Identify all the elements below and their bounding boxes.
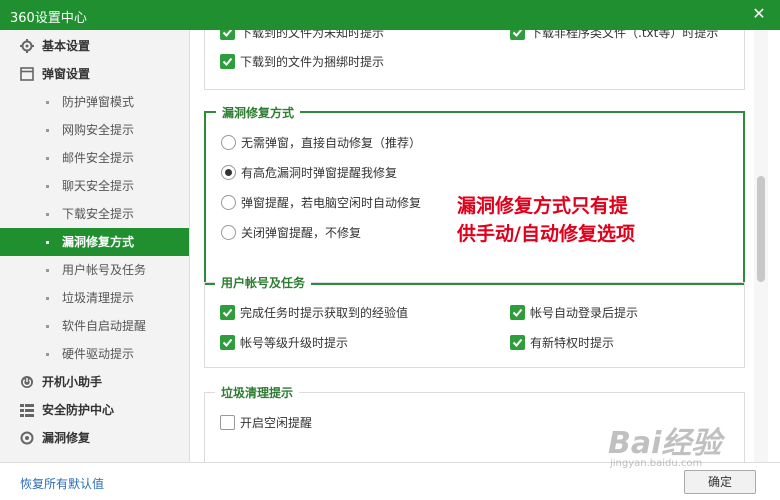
option-label: 有新特权时提示	[530, 336, 615, 350]
scrollbar-track[interactable]	[754, 30, 768, 462]
bullet	[46, 185, 49, 188]
sidebar-item-label: 硬件驱动提示	[62, 347, 135, 361]
sidebar-category-vuln-repair[interactable]: 漏洞修复	[0, 424, 189, 452]
sidebar-item-download[interactable]: 下载安全提示	[0, 200, 189, 228]
option-label: 有高危漏洞时弹窗提醒我修复	[241, 166, 398, 180]
bullet	[46, 101, 49, 104]
watermark-logo: Bai经验	[608, 426, 722, 461]
sidebar-item-label: 聊天安全提示	[62, 179, 135, 193]
sidebar-item-driver[interactable]: 硬件驱动提示	[0, 340, 189, 368]
sidebar-item-label: 邮件安全提示	[62, 151, 135, 165]
sidebar-item-label: 用户帐号及任务	[62, 263, 147, 277]
sidebar-item-label: 网购安全提示	[62, 123, 135, 137]
option-label: 关闭弹窗提醒，不修复	[241, 226, 362, 240]
option-label: 下载到的文件为捆绑时提示	[240, 55, 385, 69]
sidebar-item-label: 漏洞修复方式	[62, 235, 135, 249]
restore-defaults-link[interactable]: 恢复所有默认值	[20, 475, 104, 492]
sidebar-item-account-tasks[interactable]: 用户帐号及任务	[0, 256, 189, 284]
scrollbar-thumb[interactable]	[757, 176, 765, 282]
bullet	[46, 353, 49, 356]
gear-icon	[20, 39, 34, 53]
sidebar-item-label: 防护弹窗模式	[62, 95, 135, 109]
sidebar-item-chat[interactable]: 聊天安全提示	[0, 172, 189, 200]
bullet	[46, 269, 49, 272]
download-section: 下载到的文件为未知时提示 下载非程序类文件（.txt等）时提示 下载到的文件为捆…	[204, 30, 745, 90]
sidebar: 基本设置 弹窗设置 防护弹窗模式 网购安全提示 邮件安全提示 聊天安全提示 下载…	[0, 30, 190, 462]
option-label: 无需弹窗，直接自动修复（推荐）	[241, 136, 422, 150]
option-label: 完成任务时提示获取到的经验值	[240, 306, 409, 320]
radio-button[interactable]	[221, 225, 236, 240]
checkbox-checked[interactable]	[510, 305, 525, 320]
sidebar-item-protection-mode[interactable]: 防护弹窗模式	[0, 88, 189, 116]
repair-icon	[20, 431, 34, 445]
section-title: 漏洞修复方式	[216, 104, 301, 121]
sidebar-category-boot-helper[interactable]: 开机小助手	[0, 368, 189, 396]
sidebar-category-label: 开机小助手	[42, 375, 103, 389]
radio-button[interactable]	[221, 135, 236, 150]
checkbox-checked[interactable]	[510, 335, 525, 350]
section-title: 用户帐号及任务	[215, 274, 312, 291]
bullet	[46, 213, 49, 216]
checkbox-checked[interactable]	[220, 54, 235, 69]
sidebar-category-label: 漏洞修复	[42, 431, 91, 445]
checkbox-checked[interactable]	[220, 305, 235, 320]
watermark-url: jingyan.baidu.com	[610, 458, 703, 469]
title-bar: 360设置中心 ✕	[0, 0, 780, 30]
close-icon[interactable]: ✕	[750, 4, 768, 24]
sidebar-item-email[interactable]: 邮件安全提示	[0, 144, 189, 172]
bullet	[46, 297, 49, 300]
sidebar-item-shopping[interactable]: 网购安全提示	[0, 116, 189, 144]
option-label: 帐号等级升级时提示	[240, 336, 349, 350]
annotation-note: 漏洞修复方式只有提 供手动/自动修复选项	[457, 192, 635, 248]
radio-button[interactable]	[221, 195, 236, 210]
option-label: 下载到的文件为未知时提示	[240, 30, 385, 40]
checkbox-checked[interactable]	[220, 335, 235, 350]
sidebar-category-label: 安全防护中心	[42, 403, 115, 417]
window-title: 360设置中心	[10, 11, 87, 26]
option-label: 开启空闲提醒	[240, 416, 313, 430]
sidebar-item-cleanup[interactable]: 垃圾清理提示	[0, 284, 189, 312]
annotation-line: 漏洞修复方式只有提	[457, 195, 629, 217]
bullet	[46, 129, 49, 132]
checkbox-unchecked[interactable]	[220, 415, 235, 430]
sidebar-item-autostart[interactable]: 软件自启动提醒	[0, 312, 189, 340]
sidebar-item-vuln-repair-mode[interactable]: 漏洞修复方式	[0, 228, 189, 256]
sidebar-category-label: 弹窗设置	[42, 67, 91, 81]
section-title: 垃圾清理提示	[215, 384, 300, 401]
option-label: 弹窗提醒，若电脑空闲时自动修复	[241, 196, 422, 210]
sidebar-item-label: 软件自启动提醒	[62, 319, 147, 333]
watermark: Bai经验 jingyan.baidu.com	[600, 410, 760, 480]
sidebar-item-label: 下载安全提示	[62, 207, 135, 221]
power-icon	[21, 376, 33, 388]
shield-list-icon	[20, 404, 34, 417]
bullet	[46, 157, 49, 160]
bullet	[46, 241, 49, 244]
annotation-line: 供手动/自动修复选项	[457, 223, 635, 245]
option-label: 帐号自动登录后提示	[530, 306, 639, 320]
checkbox-checked[interactable]	[510, 30, 525, 40]
window-icon	[20, 67, 34, 81]
settings-content: 下载到的文件为未知时提示 下载非程序类文件（.txt等）时提示 下载到的文件为捆…	[191, 30, 780, 462]
sidebar-category-label: 基本设置	[42, 39, 91, 53]
option-label: 下载非程序类文件（.txt等）时提示	[530, 30, 719, 40]
sidebar-category-security-center[interactable]: 安全防护中心	[0, 396, 189, 424]
sidebar-item-label: 垃圾清理提示	[62, 291, 135, 305]
bullet	[46, 325, 49, 328]
checkbox-checked[interactable]	[220, 30, 235, 40]
sidebar-category-popup[interactable]: 弹窗设置	[0, 60, 189, 88]
radio-button-selected[interactable]	[221, 165, 236, 180]
account-tasks-section: 用户帐号及任务 完成任务时提示获取到的经验值 帐号自动登录后提示 帐号等级升级时…	[204, 274, 745, 368]
sidebar-category-basic[interactable]: 基本设置	[0, 32, 189, 60]
